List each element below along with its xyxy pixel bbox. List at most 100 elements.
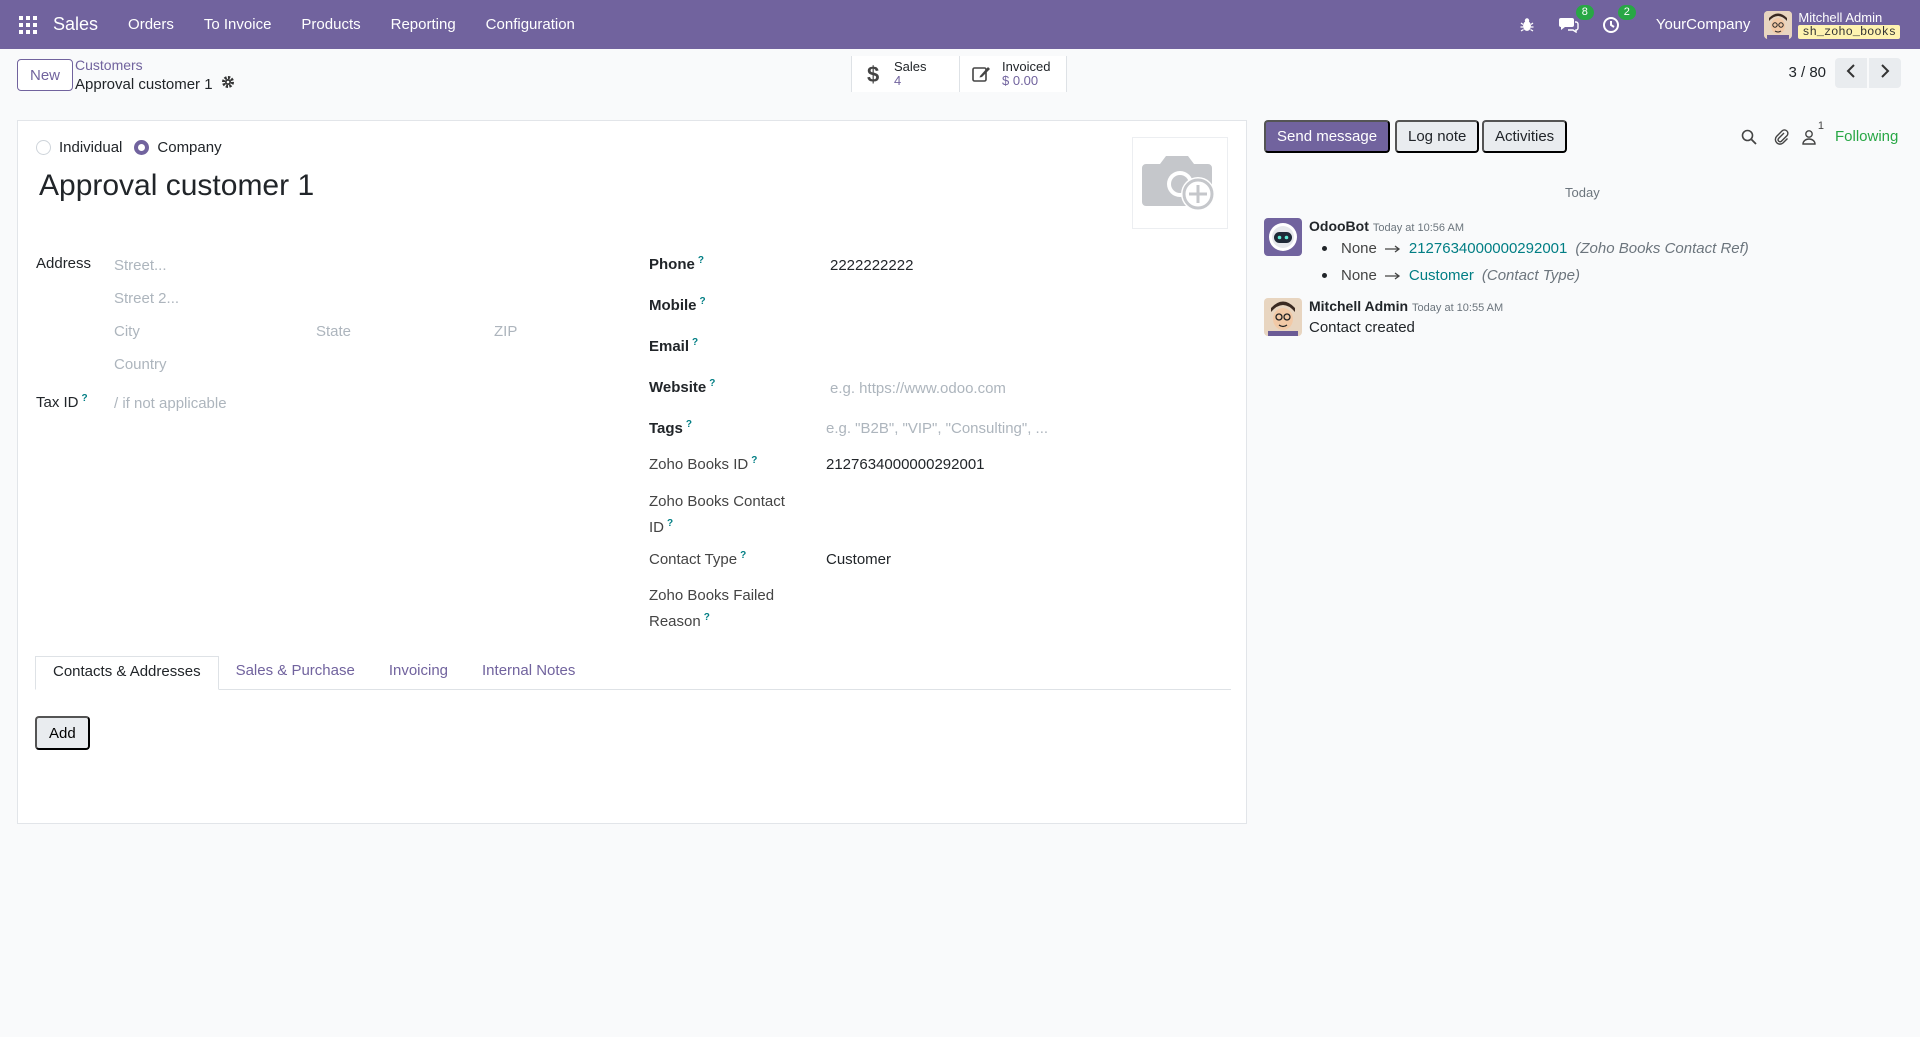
gear-icon[interactable] [221,75,235,93]
tags-label: Tags? [649,419,693,437]
help-icon[interactable]: ? [700,296,706,307]
contact-type-value: Customer [826,551,892,568]
radio-individual-label[interactable]: Individual [59,139,122,156]
following-button[interactable]: Following [1835,128,1898,145]
chevron-left-icon [1846,64,1856,82]
pager-previous-button[interactable] [1835,58,1867,88]
tracking-row: None Customer (Contact Type) [1322,267,1580,284]
company-type-radio: Individual Company [36,139,234,156]
phone-label: Phone? [649,255,704,273]
help-icon[interactable]: ? [704,612,710,623]
tracking-row: None 2127634000000292001 (Zoho Books Con… [1322,240,1749,257]
city-input[interactable]: City [114,323,140,340]
help-icon[interactable]: ? [698,255,704,266]
menu-to-invoice[interactable]: To Invoice [194,16,282,33]
tax-id-input[interactable]: / if not applicable [114,395,227,412]
photo-upload[interactable] [1132,137,1228,229]
message-time: Today at 10:56 AM [1372,222,1464,234]
invoiced-smart-button[interactable]: Invoiced $ 0.00 [959,56,1067,92]
phone-input[interactable]: 2222222222 [830,257,913,274]
message-author: Mitchell Admin Today at 10:55 AM [1309,298,1504,314]
address-label: Address [36,255,92,272]
control-panel: New Customers Approval customer 1 $ Sale… [0,49,1920,117]
invoiced-smart-value: $ 0.00 [1002,73,1039,88]
street-input[interactable]: Street... [114,257,167,274]
app-name[interactable]: Sales [53,14,98,35]
log-note-button[interactable]: Log note [1395,120,1480,153]
new-button[interactable]: New [17,59,74,91]
invoiced-smart-label: Invoiced [1002,59,1051,74]
odoobot-avatar[interactable] [1264,218,1302,256]
tracking-new-value: Customer [1408,267,1474,284]
arrow-right-icon [1384,240,1401,257]
sales-smart-value: 4 [894,73,902,88]
partner-name-field[interactable]: Approval customer 1 [39,169,314,203]
menu-configuration[interactable]: Configuration [476,16,585,33]
help-icon[interactable]: ? [709,378,715,389]
tags-input[interactable]: e.g. "B2B", "VIP", "Consulting", ... [826,420,1048,437]
breadcrumb-customers[interactable]: Customers [75,57,143,73]
search-icon[interactable] [1740,128,1758,146]
dollar-icon: $ [864,63,884,85]
top-navbar: Sales Orders To Invoice Products Reporti… [0,0,1920,49]
tab-sales-purchase[interactable]: Sales & Purchase [219,656,372,690]
email-label: Email? [649,337,699,355]
tracking-field-name: (Zoho Books Contact Ref) [1575,240,1749,257]
smart-buttons: $ Sales 4 Invoiced $ 0.00 [851,56,1067,92]
tracking-new-value: 2127634000000292001 [1408,240,1568,257]
sales-smart-button[interactable]: $ Sales 4 [851,56,959,92]
website-label: Website? [649,378,716,396]
street2-input[interactable]: Street 2... [114,290,179,307]
send-message-button[interactable]: Send message [1264,120,1391,153]
tab-internal-notes[interactable]: Internal Notes [465,656,592,690]
website-input[interactable]: e.g. https://www.odoo.com [830,380,1006,397]
radio-individual[interactable] [36,140,51,155]
help-icon[interactable]: ? [686,419,692,430]
apps-grid-icon[interactable] [19,15,37,34]
bug-icon[interactable] [1516,14,1538,36]
pager-next-button[interactable] [1869,58,1901,88]
user-menu[interactable]: Mitchell Admin sh_zoho_books [1798,9,1900,39]
activities-button[interactable]: Activities [1482,120,1568,153]
breadcrumb-current-label: Approval customer 1 [75,75,213,93]
radio-company-label[interactable]: Company [157,139,221,156]
message-time: Today at 10:55 AM [1412,302,1504,314]
radio-company[interactable] [134,140,150,155]
message-author: OdooBot Today at 10:56 AM [1309,218,1464,234]
country-input[interactable]: Country [114,356,167,373]
edit-icon [972,65,992,83]
menu-orders[interactable]: Orders [118,16,184,33]
mobile-label: Mobile? [649,296,706,314]
followers-user-icon[interactable]: 1 [1800,120,1824,146]
tracking-field-name: (Contact Type) [1481,267,1580,284]
tax-id-label: Tax ID? [36,393,88,411]
mitchell-admin-avatar[interactable] [1264,298,1302,336]
chat-bubbles-icon[interactable]: 8 [1558,4,1594,36]
messages-count-badge: 8 [1575,4,1594,20]
tab-contacts-addresses[interactable]: Contacts & Addresses [35,656,219,690]
breadcrumb-current: Approval customer 1 [75,75,235,93]
pager-value[interactable]: 3 / 80 [1788,64,1826,81]
menu-reporting[interactable]: Reporting [381,16,466,33]
tab-invoicing[interactable]: Invoicing [372,656,465,690]
zip-input[interactable]: ZIP [494,323,517,340]
help-icon[interactable]: ? [751,455,757,466]
zoho-books-id-label: Zoho Books ID? [649,455,758,473]
state-input[interactable]: State [316,323,351,340]
form-sheet: Individual Company Approval customer 1 A… [17,120,1247,824]
company-switcher[interactable]: YourCompany [1656,16,1751,33]
help-icon[interactable]: ? [740,550,746,561]
user-name: Mitchell Admin [1798,9,1883,25]
chevron-right-icon [1880,64,1890,82]
paperclip-icon[interactable] [1773,128,1791,146]
database-name: sh_zoho_books [1798,24,1900,39]
contact-type-label: Contact Type? [649,550,747,568]
sales-smart-label: Sales [894,59,927,74]
help-icon[interactable]: ? [667,518,673,529]
clock-icon[interactable]: 2 [1600,4,1636,36]
user-avatar[interactable] [1764,10,1793,39]
help-icon[interactable]: ? [82,393,88,404]
help-icon[interactable]: ? [692,337,698,348]
menu-products[interactable]: Products [291,16,370,33]
add-contact-button[interactable]: Add [35,716,90,750]
